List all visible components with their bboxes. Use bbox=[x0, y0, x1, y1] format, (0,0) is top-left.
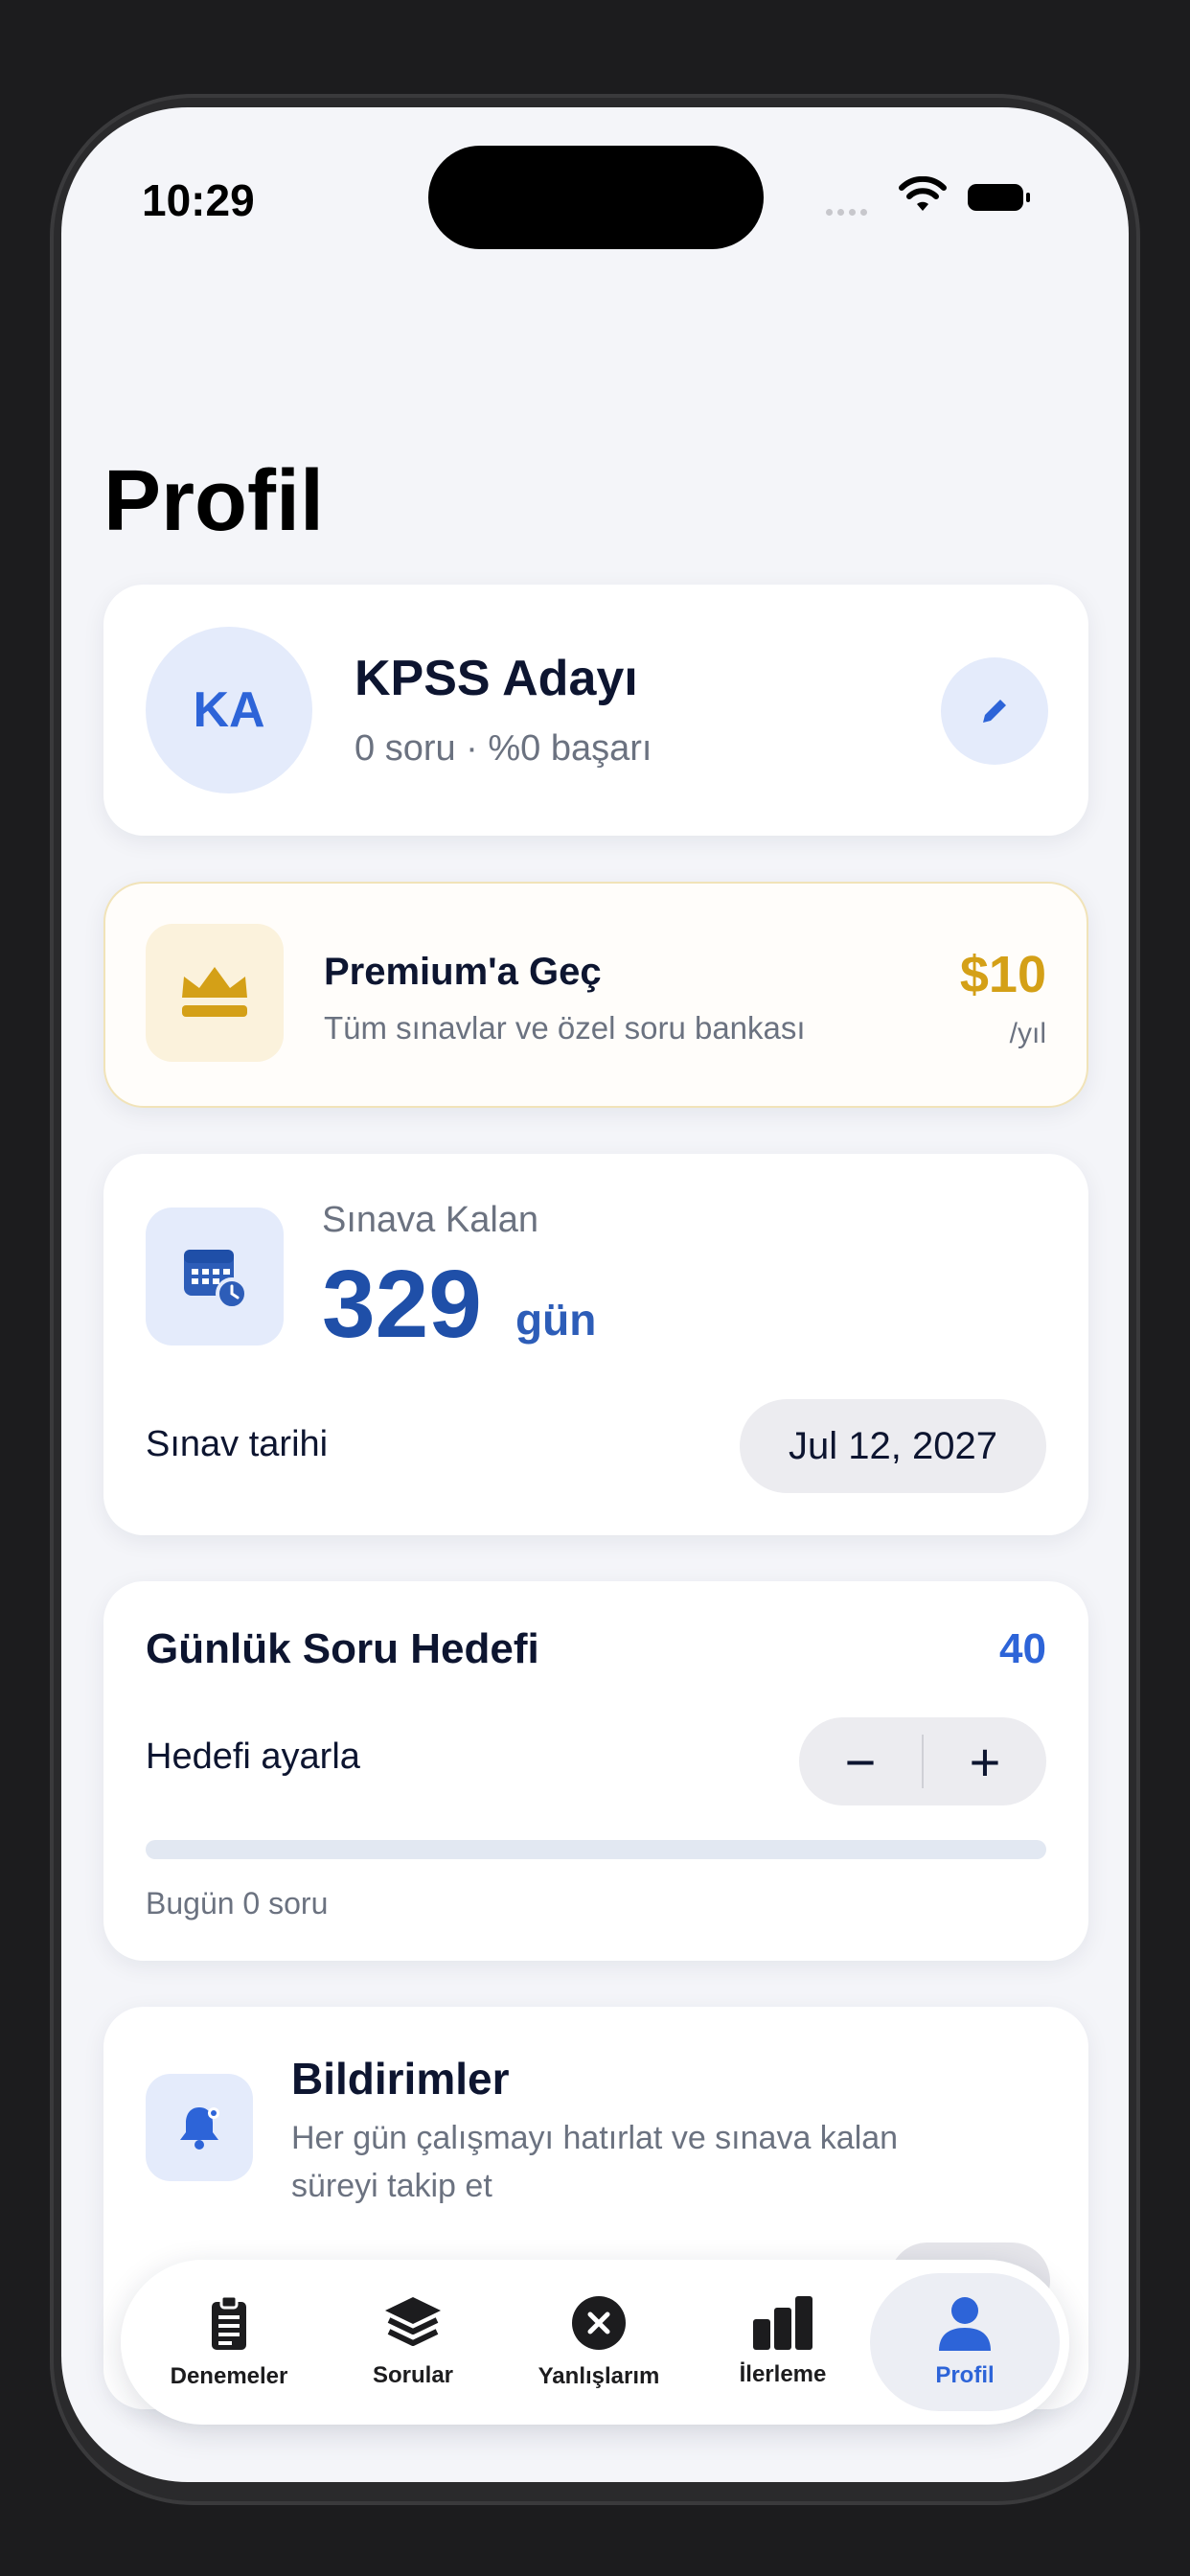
bell-icon bbox=[180, 2107, 219, 2150]
tab-label: İlerleme bbox=[739, 2361, 827, 2387]
premium-price: $10 bbox=[959, 946, 1046, 1003]
tab-ilerleme[interactable]: İlerleme bbox=[688, 2273, 878, 2411]
premium-card[interactable]: Premium'a Geç Tüm sınavlar ve özel soru … bbox=[103, 882, 1088, 1108]
notifications-title: Bildirimler bbox=[291, 2054, 510, 2104]
profile-stats: 0 soru · %0 başarı bbox=[355, 728, 652, 769]
tab-label: Sorular bbox=[372, 2362, 454, 2388]
exam-countdown-label: Sınava Kalan bbox=[322, 1200, 539, 1240]
premium-period: /yıl bbox=[1009, 1018, 1046, 1049]
goal-today-count: Bugün 0 soru bbox=[146, 1886, 329, 1920]
tab-sorular[interactable]: Sorular bbox=[318, 2273, 508, 2411]
goal-value: 40 bbox=[999, 1625, 1046, 1672]
dynamic-island bbox=[428, 146, 764, 249]
notifications-description: Her gün çalışmayı hatırlat ve sınava kal… bbox=[291, 2120, 899, 2204]
edit-profile-button[interactable] bbox=[941, 657, 1048, 765]
exam-days-remaining: 329 bbox=[322, 1251, 482, 1358]
crown-icon-box bbox=[146, 924, 284, 1062]
battery-icon bbox=[968, 184, 1030, 211]
page-title: Profil bbox=[103, 453, 325, 549]
goal-title: Günlük Soru Hedefi bbox=[146, 1625, 539, 1672]
tab-label: Denemeler bbox=[170, 2363, 288, 2389]
person-icon bbox=[939, 2297, 991, 2351]
tab-denemeler[interactable]: Denemeler bbox=[134, 2273, 324, 2411]
tab-label: Yanlışlarım bbox=[538, 2363, 660, 2389]
bar-chart-icon bbox=[753, 2296, 812, 2350]
pencil-icon bbox=[983, 700, 1006, 723]
wifi-icon bbox=[899, 176, 947, 211]
crown-icon bbox=[182, 967, 247, 1017]
signal-icon bbox=[826, 203, 880, 216]
calendar-clock-icon bbox=[184, 1250, 248, 1310]
decrement-button[interactable]: − bbox=[799, 1717, 922, 1806]
calendar-icon-box bbox=[146, 1208, 284, 1346]
exam-date-label: Sınav tarihi bbox=[146, 1424, 329, 1464]
status-time: 10:29 bbox=[142, 175, 255, 225]
avatar: KA bbox=[146, 627, 312, 794]
bell-icon-box bbox=[146, 2074, 253, 2181]
tab-bar: Denemeler Sorular Yanlışlarım İlerleme P… bbox=[121, 2260, 1069, 2425]
increment-button[interactable]: + bbox=[924, 1717, 1046, 1806]
layers-icon bbox=[385, 2297, 441, 2346]
exam-days-unit: gün bbox=[515, 1295, 597, 1345]
x-circle-icon bbox=[572, 2296, 626, 2350]
exam-countdown-card: Sınava Kalan 329 gün Sınav tarihi Jul 12… bbox=[103, 1154, 1088, 1535]
profile-card: KA KPSS Adayı 0 soru · %0 başarı bbox=[103, 585, 1088, 836]
tab-profil[interactable]: Profil bbox=[870, 2273, 1060, 2411]
tab-yanlislarim[interactable]: Yanlışlarım bbox=[504, 2273, 694, 2411]
goal-progress-bar bbox=[146, 1840, 1046, 1859]
premium-title: Premium'a Geç bbox=[324, 951, 602, 993]
clipboard-icon bbox=[212, 2294, 246, 2350]
tab-label: Profil bbox=[935, 2362, 995, 2388]
exam-date-picker[interactable]: Jul 12, 2027 bbox=[740, 1399, 1046, 1493]
goal-adjust-label: Hedefi ayarla bbox=[146, 1736, 360, 1777]
goal-stepper: − + bbox=[799, 1717, 1046, 1806]
profile-name: KPSS Adayı bbox=[355, 651, 638, 706]
premium-description: Tüm sınavlar ve özel soru bankası bbox=[324, 1010, 806, 1046]
daily-goal-card: Günlük Soru Hedefi 40 Hedefi ayarla − + … bbox=[103, 1581, 1088, 1961]
